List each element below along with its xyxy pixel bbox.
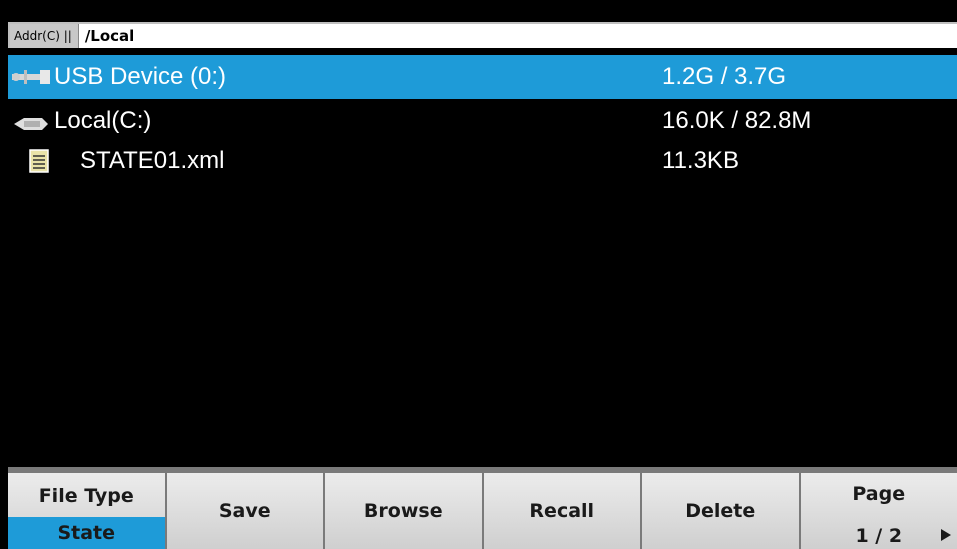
page-arrow-icon [941, 529, 951, 541]
file-list: USB Device (0:) 1.2G / 3.7G Local(C:) 16… [8, 53, 957, 467]
browse-label: Browse [363, 500, 443, 522]
document-icon [28, 148, 50, 174]
address-path: /Local [84, 27, 135, 45]
file-name: Local(C:) [54, 107, 152, 134]
address-bar[interactable]: Addr(C) || /Local [8, 22, 957, 48]
recall-label: Recall [529, 500, 595, 522]
usb-icon [10, 65, 52, 89]
file-size: 1.2G / 3.7G [662, 63, 787, 90]
page-label: Page [852, 483, 906, 505]
file-name: STATE01.xml [80, 147, 225, 174]
file-type-value: State [8, 517, 165, 549]
page-value: 1 / 2 [855, 525, 903, 547]
save-label: Save [218, 500, 271, 522]
address-label: Addr(C) || [10, 24, 79, 48]
delete-softkey[interactable]: Delete [642, 473, 799, 549]
browse-softkey[interactable]: Browse [325, 473, 482, 549]
file-size: 16.0K / 82.8M [662, 107, 812, 134]
softkey-bar: File Type State Save Browse Recall Delet… [8, 473, 957, 549]
drive-icon [12, 112, 50, 130]
file-type-softkey[interactable]: File Type State [8, 473, 165, 549]
file-name: USB Device (0:) [54, 63, 227, 90]
page-softkey[interactable]: Page 1 / 2 [800, 473, 957, 549]
file-type-label: File Type [38, 485, 134, 507]
file-row-state[interactable]: STATE01.xml 11.3KB [8, 139, 957, 183]
file-size: 11.3KB [662, 147, 739, 174]
file-row-usb[interactable]: USB Device (0:) 1.2G / 3.7G [8, 55, 957, 99]
recall-softkey[interactable]: Recall [483, 473, 640, 549]
file-row-local[interactable]: Local(C:) 16.0K / 82.8M [8, 99, 957, 143]
delete-label: Delete [685, 500, 756, 522]
top-bar: Addr(C) || /Local [0, 0, 957, 53]
save-softkey[interactable]: Save [166, 473, 323, 549]
